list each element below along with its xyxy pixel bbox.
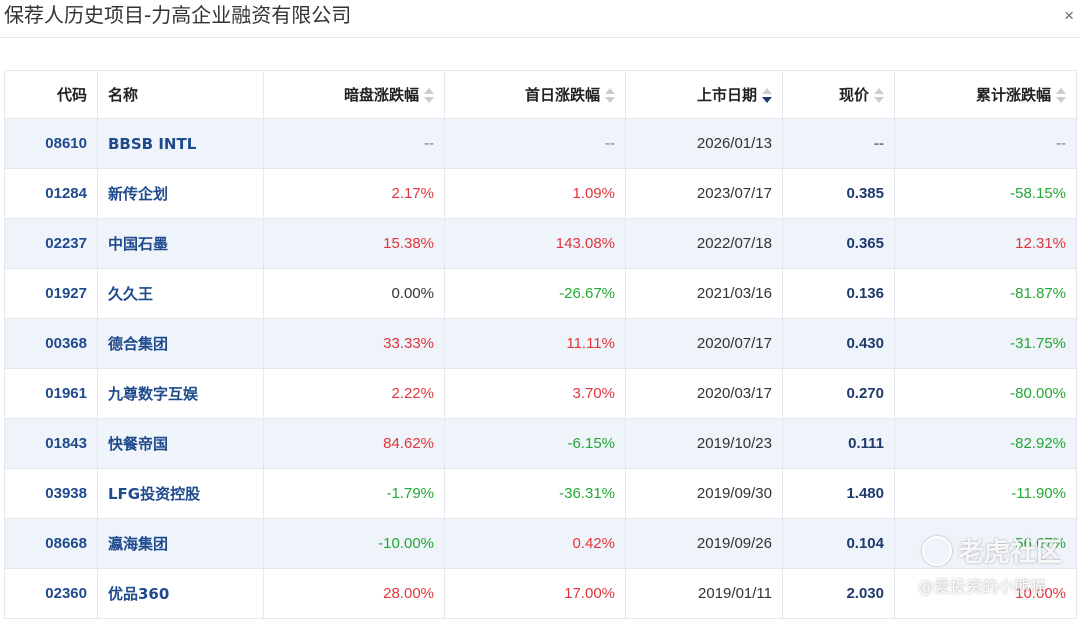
cell-price: 1.480	[782, 468, 895, 519]
cell-code[interactable]: 02360	[4, 568, 98, 619]
sort-icon[interactable]	[1056, 87, 1066, 105]
cell-cumulative-change: -82.92%	[894, 418, 1077, 469]
cell-grey-change: 15.38%	[263, 218, 445, 269]
cell-name[interactable]: 新传企划	[97, 168, 264, 219]
cell-name[interactable]: BBSB INTL	[97, 118, 264, 169]
cell-price: --	[782, 118, 895, 169]
cell-cumulative-change: -58.15%	[894, 168, 1077, 219]
cell-first-day-change: 143.08%	[444, 218, 626, 269]
col-header-grey-change[interactable]: 暗盘涨跌幅	[263, 70, 445, 119]
cell-grey-change: 2.22%	[263, 368, 445, 419]
cell-listing-date: 2020/03/17	[625, 368, 783, 419]
cell-grey-change: -10.00%	[263, 518, 445, 569]
cell-listing-date: 2019/10/23	[625, 418, 783, 469]
cell-name[interactable]: LFG投资控股	[97, 468, 264, 519]
cell-grey-change: 84.62%	[263, 418, 445, 469]
cell-name[interactable]: 九尊数字互娱	[97, 368, 264, 419]
col-header-code: 代码	[4, 70, 98, 119]
cell-cumulative-change: -81.87%	[894, 268, 1077, 319]
table-row[interactable]: 01843 快餐帝国 84.62% -6.15% 2019/10/23 0.111 -82.…	[4, 418, 1077, 469]
cell-grey-change: 28.00%	[263, 568, 445, 619]
cell-code[interactable]: 01961	[4, 368, 98, 419]
cell-cumulative-change: -80.00%	[894, 368, 1077, 419]
table-row[interactable]: 08610 BBSB INTL -- -- 2026/01/13 -- --	[4, 118, 1077, 169]
cell-code[interactable]: 02237	[4, 218, 98, 269]
table-header-row: 代码 名称 暗盘涨跌幅 首日涨跌幅 上市日期 现价 累计涨跌幅	[4, 70, 1077, 119]
cell-cumulative-change: 10.00%	[894, 568, 1077, 619]
cell-code[interactable]: 01284	[4, 168, 98, 219]
cell-first-day-change: -6.15%	[444, 418, 626, 469]
cell-grey-change: 0.00%	[263, 268, 445, 319]
cell-listing-date: 2020/07/17	[625, 318, 783, 369]
cell-price: 0.111	[782, 418, 895, 469]
cell-name[interactable]: 快餐帝国	[97, 418, 264, 469]
cell-first-day-change: -36.31%	[444, 468, 626, 519]
cell-name[interactable]: 瀛海集团	[97, 518, 264, 569]
cell-cumulative-change: 12.31%	[894, 218, 1077, 269]
close-icon[interactable]: ×	[1064, 6, 1074, 26]
cell-listing-date: 2026/01/13	[625, 118, 783, 169]
cell-price: 0.270	[782, 368, 895, 419]
cell-first-day-change: 3.70%	[444, 368, 626, 419]
cell-first-day-change: 11.11%	[444, 318, 626, 369]
col-header-name: 名称	[97, 70, 264, 119]
cell-code[interactable]: 08610	[4, 118, 98, 169]
table-row[interactable]: 01927 久久王 0.00% -26.67% 2021/03/16 0.136 -81.8…	[4, 268, 1077, 319]
cell-cumulative-change: -56.67%	[894, 518, 1077, 569]
cell-first-day-change: -26.67%	[444, 268, 626, 319]
table-row[interactable]: 02360 优品360 28.00% 17.00% 2019/01/11 2.030 10.…	[4, 568, 1077, 619]
sponsor-history-table: 代码 名称 暗盘涨跌幅 首日涨跌幅 上市日期 现价 累计涨跌幅 08610 BBS…	[4, 70, 1077, 619]
cell-code[interactable]: 08668	[4, 518, 98, 569]
cell-listing-date: 2019/09/26	[625, 518, 783, 569]
cell-name[interactable]: 久久王	[97, 268, 264, 319]
cell-first-day-change: 0.42%	[444, 518, 626, 569]
sort-icon[interactable]	[605, 87, 615, 105]
col-header-listing-date[interactable]: 上市日期	[625, 70, 783, 119]
cell-price: 2.030	[782, 568, 895, 619]
cell-cumulative-change: -31.75%	[894, 318, 1077, 369]
cell-listing-date: 2022/07/18	[625, 218, 783, 269]
cell-name[interactable]: 优品360	[97, 568, 264, 619]
table-row[interactable]: 08668 瀛海集团 -10.00% 0.42% 2019/09/26 0.104 -56.…	[4, 518, 1077, 569]
dialog-header: 保荐人历史项目-力高企业融资有限公司 ×	[0, 0, 1080, 38]
sort-icon[interactable]	[874, 87, 884, 105]
cell-code[interactable]: 00368	[4, 318, 98, 369]
dialog-title: 保荐人历史项目-力高企业融资有限公司	[4, 3, 352, 27]
cell-code[interactable]: 01927	[4, 268, 98, 319]
cell-cumulative-change: -11.90%	[894, 468, 1077, 519]
cell-first-day-change: 17.00%	[444, 568, 626, 619]
cell-grey-change: --	[263, 118, 445, 169]
cell-grey-change: 2.17%	[263, 168, 445, 219]
cell-price: 0.104	[782, 518, 895, 569]
cell-grey-change: 33.33%	[263, 318, 445, 369]
cell-price: 0.430	[782, 318, 895, 369]
table-row[interactable]: 00368 德合集团 33.33% 11.11% 2020/07/17 0.430 -31.…	[4, 318, 1077, 369]
cell-code[interactable]: 03938	[4, 468, 98, 519]
cell-price: 0.365	[782, 218, 895, 269]
cell-listing-date: 2023/07/17	[625, 168, 783, 219]
table-row[interactable]: 01961 九尊数字互娱 2.22% 3.70% 2020/03/17 0.270 -80.…	[4, 368, 1077, 419]
cell-first-day-change: --	[444, 118, 626, 169]
sort-desc-icon[interactable]	[762, 87, 772, 105]
sort-icon[interactable]	[424, 87, 434, 105]
cell-listing-date: 2019/01/11	[625, 568, 783, 619]
cell-name[interactable]: 中国石墨	[97, 218, 264, 269]
cell-code[interactable]: 01843	[4, 418, 98, 469]
col-header-cumulative-change[interactable]: 累计涨跌幅	[894, 70, 1077, 119]
table-row[interactable]: 03938 LFG投资控股 -1.79% -36.31% 2019/09/30 1.480…	[4, 468, 1077, 519]
table-row[interactable]: 02237 中国石墨 15.38% 143.08% 2022/07/18 0.365 12.…	[4, 218, 1077, 269]
cell-name[interactable]: 德合集团	[97, 318, 264, 369]
cell-price: 0.385	[782, 168, 895, 219]
cell-first-day-change: 1.09%	[444, 168, 626, 219]
cell-grey-change: -1.79%	[263, 468, 445, 519]
cell-listing-date: 2021/03/16	[625, 268, 783, 319]
cell-listing-date: 2019/09/30	[625, 468, 783, 519]
table-row[interactable]: 01284 新传企划 2.17% 1.09% 2023/07/17 0.385 -58.15…	[4, 168, 1077, 219]
col-header-first-day-change[interactable]: 首日涨跌幅	[444, 70, 626, 119]
col-header-price[interactable]: 现价	[782, 70, 895, 119]
cell-cumulative-change: --	[894, 118, 1077, 169]
cell-price: 0.136	[782, 268, 895, 319]
